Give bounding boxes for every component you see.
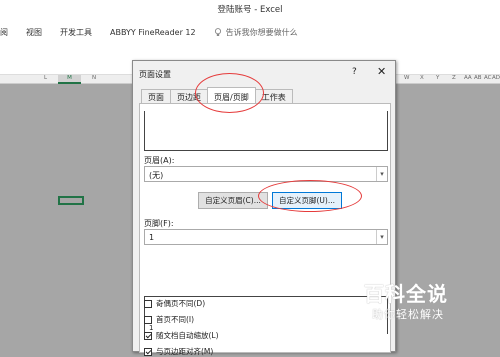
ribbon-tab-view[interactable]: 视图 [26,27,42,38]
column-header-selected[interactable]: M [58,75,81,84]
option-label: 首页不同(I) [156,315,195,324]
column-header[interactable]: Z [452,75,456,81]
lightbulb-icon [214,27,221,36]
column-header[interactable]: AD [492,75,500,81]
tab-page[interactable]: 页面 [141,89,171,104]
column-header[interactable]: X [420,75,424,81]
watermark-logo: 百科全说 助你轻松解决 [346,275,464,325]
ribbon-tab-review[interactable]: 阅 [0,27,8,38]
option-label: 奇偶页不同(D) [156,299,206,308]
annotation-circle-tab [195,73,264,113]
header-label: 页眉(A): [144,156,175,165]
footer-label: 页脚(F): [144,219,174,228]
checkbox-checked[interactable] [144,331,152,340]
title-bar: 登陆账号 - Excel [0,0,500,17]
option-odd-even[interactable]: 奇偶页不同(D) [144,298,205,309]
column-header[interactable]: AA [464,75,472,81]
column-header[interactable]: Y [436,75,439,81]
ribbon-tabs: 阅 视图 开发工具 ABBYY FineReader 12 告诉我你想要做什么 [0,17,500,47]
selected-cell[interactable] [58,196,84,205]
column-header[interactable]: L [44,75,47,81]
window-title: 登陆账号 - Excel [217,4,283,15]
option-label: 随文档自动缩放(L) [156,331,219,340]
column-header[interactable]: N [92,75,96,81]
header-select-value: (无) [149,171,164,180]
dialog-title: 页面设置 [139,70,171,79]
tell-me-box[interactable]: 告诉我你想要做什么 [214,27,298,38]
option-scale-with-doc[interactable]: 随文档自动缩放(L) [144,330,219,341]
header-select[interactable]: (无) ▾ [144,166,388,182]
footer-select[interactable]: 1 ▾ [144,229,388,245]
watermark-subtitle: 助你轻松解决 [372,308,444,321]
chevron-down-icon[interactable]: ▾ [376,167,387,181]
option-first-page[interactable]: 首页不同(I) [144,314,194,325]
footer-select-value: 1 [149,233,155,242]
checkbox[interactable] [144,315,152,324]
column-header[interactable]: AC [484,75,492,81]
header-preview [144,111,388,151]
help-button[interactable]: ? [352,67,357,77]
ribbon-tab-developer[interactable]: 开发工具 [60,27,92,38]
column-header[interactable]: AB [474,75,482,81]
close-button[interactable]: ✕ [377,65,386,78]
ribbon-tab-abbyy[interactable]: ABBYY FineReader 12 [110,28,196,37]
column-header[interactable]: W [404,75,409,81]
annotation-circle-button [258,180,362,212]
checkbox[interactable] [144,299,152,308]
watermark-title: 百科全说 [364,282,448,306]
chevron-down-icon[interactable]: ▾ [376,230,387,244]
tell-me-text: 告诉我你想要做什么 [225,27,298,37]
